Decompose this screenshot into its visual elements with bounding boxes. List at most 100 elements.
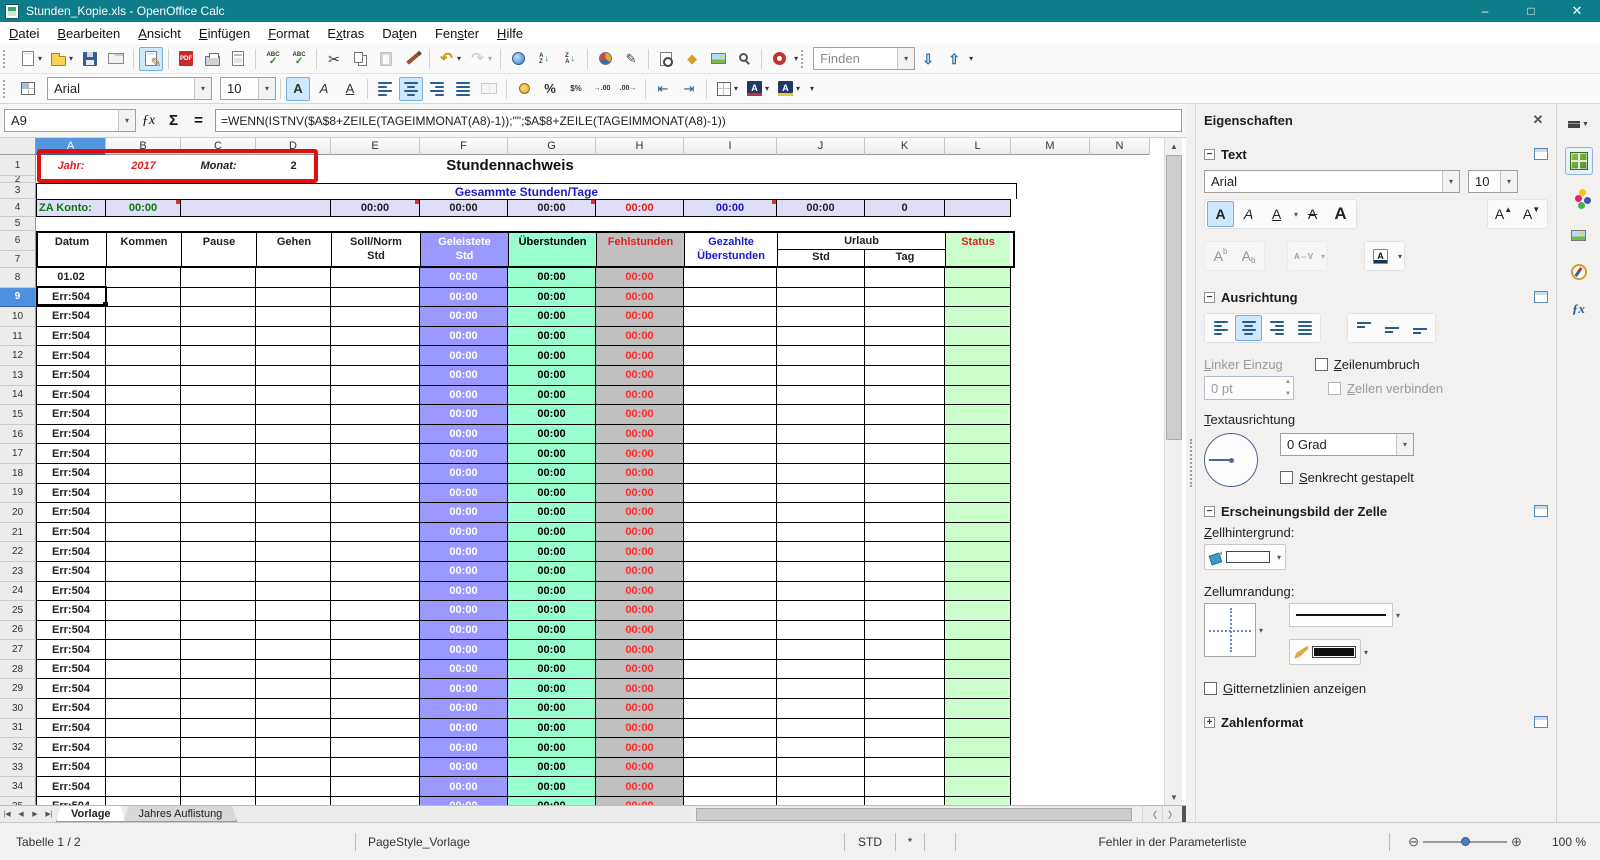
hyperlink-button[interactable]: [506, 47, 530, 71]
cell-fehlstunden[interactable]: 00:00: [596, 561, 684, 582]
page-style[interactable]: PageStyle_Vorlage: [356, 835, 844, 849]
find-replace-button[interactable]: [654, 47, 678, 71]
bold-button[interactable]: A: [286, 76, 310, 101]
row-header[interactable]: 13: [0, 365, 36, 386]
cell-soll[interactable]: [331, 601, 420, 621]
cell-gehen[interactable]: [256, 287, 331, 308]
tab-navigator[interactable]: [1565, 258, 1593, 286]
row-header[interactable]: 21: [0, 522, 36, 543]
row-header[interactable]: 1: [0, 155, 36, 176]
column-header-d[interactable]: D: [256, 138, 331, 155]
cell-ueberstunden[interactable]: 00:00: [508, 797, 596, 805]
menu-hilfe[interactable]: Hilfe: [488, 24, 532, 43]
column-header-f[interactable]: F: [420, 138, 508, 155]
name-box-dropdown-icon[interactable]: [118, 110, 135, 131]
cell-urlaub-std[interactable]: [777, 601, 865, 621]
header-pause[interactable]: Pause: [182, 233, 257, 266]
cell-urlaub-std[interactable]: [777, 738, 865, 758]
cell-urlaub-std[interactable]: [777, 483, 865, 504]
column-header-k[interactable]: K: [865, 138, 945, 155]
cell-urlaub-tag[interactable]: [865, 757, 945, 778]
horizontal-scrollbar-thumb[interactable]: [696, 808, 1132, 821]
cell-pause[interactable]: [181, 385, 256, 406]
cell-gezahlte[interactable]: [684, 679, 777, 700]
cell-ueberstunden[interactable]: 00:00: [508, 405, 596, 425]
cell-soll[interactable]: [331, 463, 420, 484]
cell-geleistete[interactable]: 00:00: [420, 444, 508, 464]
cell-geleistete[interactable]: 00:00: [420, 346, 508, 366]
increase-indent-button[interactable]: [677, 77, 701, 101]
find-toolbar-overflow[interactable]: [969, 54, 973, 63]
percent-button[interactable]: %: [538, 77, 562, 101]
cell-datum[interactable]: Err:504: [36, 463, 106, 484]
menu-fenster[interactable]: Fenster: [426, 24, 488, 43]
font-name-combobox[interactable]: Arial: [47, 77, 212, 100]
cell-pause[interactable]: [181, 679, 256, 700]
row-header[interactable]: 31: [0, 718, 36, 739]
cell-datum[interactable]: Err:504: [36, 581, 106, 602]
sidebar-underline-button[interactable]: A: [1263, 201, 1290, 227]
tab-styles[interactable]: [1565, 184, 1593, 212]
function-wizard-button[interactable]: ƒx: [136, 109, 161, 132]
cell-datum[interactable]: Err:504: [36, 777, 106, 798]
cell-urlaub-tag[interactable]: [865, 385, 945, 406]
cell-kommen[interactable]: [106, 738, 181, 758]
cell-ueberstunden[interactable]: 00:00: [508, 463, 596, 484]
column-header-m[interactable]: M: [1011, 138, 1090, 155]
borders-button[interactable]: [712, 77, 741, 101]
cell-datum[interactable]: Err:504: [36, 640, 106, 660]
italic-button[interactable]: A: [312, 77, 336, 101]
align-top-button[interactable]: [1350, 315, 1377, 341]
row-header[interactable]: 10: [0, 307, 36, 327]
underline-button[interactable]: A: [338, 77, 362, 101]
first-sheet-button[interactable]: |◀: [0, 806, 14, 822]
cell-datum[interactable]: Err:504: [36, 287, 106, 308]
cell-kommen[interactable]: [106, 542, 181, 562]
cell-gehen[interactable]: [256, 718, 331, 739]
maximize-button[interactable]: □: [1508, 0, 1554, 22]
cell-urlaub-std[interactable]: [777, 777, 865, 798]
cell-ueberstunden[interactable]: 00:00: [508, 307, 596, 327]
cell-pause[interactable]: [181, 659, 256, 680]
cell-gehen[interactable]: [256, 405, 331, 425]
cell-status[interactable]: [945, 718, 1011, 739]
cell-geleistete[interactable]: 00:00: [420, 797, 508, 805]
cell-urlaub-std[interactable]: [777, 405, 865, 425]
scroll-up-icon[interactable]: ▲: [1165, 138, 1183, 154]
cell-pause[interactable]: [181, 757, 256, 778]
cell-gehen[interactable]: [256, 268, 331, 288]
sort-ascending-button[interactable]: A Z ↓: [532, 47, 556, 71]
cell-kommen[interactable]: [106, 757, 181, 778]
cell-fehlstunden[interactable]: 00:00: [596, 581, 684, 602]
cell-ueberstunden[interactable]: 00:00: [508, 365, 596, 386]
cell-gehen[interactable]: [256, 307, 331, 327]
cell-pause[interactable]: [181, 326, 256, 347]
next-sheet-button[interactable]: ▶: [28, 806, 42, 822]
alignment-dialog-launcher-icon[interactable]: [1534, 291, 1548, 303]
summary-heading[interactable]: Gesammte Stunden/Tage: [36, 183, 1017, 199]
zoom-out-icon[interactable]: ⊖: [1408, 834, 1419, 850]
cell-pause[interactable]: [181, 405, 256, 425]
cell-status[interactable]: [945, 640, 1011, 660]
justify-button[interactable]: [451, 77, 475, 101]
cell-datum[interactable]: Err:504: [36, 405, 106, 425]
cell-geleistete[interactable]: 00:00: [420, 365, 508, 386]
minimize-button[interactable]: –: [1462, 0, 1508, 22]
cell-urlaub-std[interactable]: [777, 561, 865, 582]
add-decimal-button[interactable]: →.00: [590, 77, 614, 101]
align-vcenter-button[interactable]: [1378, 315, 1405, 341]
collapse-icon[interactable]: [1204, 148, 1215, 160]
cell-ueberstunden[interactable]: 00:00: [508, 444, 596, 464]
row-header[interactable]: 16: [0, 424, 36, 445]
cell-soll[interactable]: [331, 287, 420, 308]
cell-soll[interactable]: [331, 326, 420, 347]
formatting-overflow[interactable]: [810, 84, 814, 93]
cell-urlaub-std[interactable]: [777, 346, 865, 366]
cell-kommen[interactable]: [106, 581, 181, 602]
menu-extras[interactable]: Extras: [318, 24, 373, 43]
cell-gezahlte[interactable]: [684, 738, 777, 758]
cell-urlaub-tag[interactable]: [865, 738, 945, 758]
cell-geleistete[interactable]: 00:00: [420, 463, 508, 484]
cell-pause[interactable]: [181, 522, 256, 543]
cell-datum[interactable]: Err:504: [36, 346, 106, 366]
